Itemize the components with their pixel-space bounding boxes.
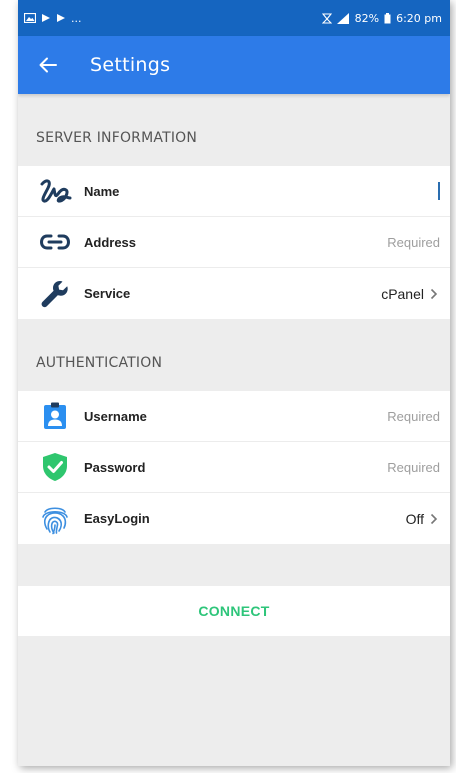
play-notification-icon <box>42 14 50 22</box>
authentication-list: Username Required Password Required Easy… <box>18 391 450 544</box>
wrench-icon <box>38 277 72 311</box>
name-field[interactable] <box>438 182 440 200</box>
service-label: Service <box>84 286 131 301</box>
back-arrow-icon <box>39 57 57 73</box>
password-value: Required <box>387 459 440 475</box>
status-ellipsis: ... <box>71 11 82 25</box>
username-label: Username <box>84 408 147 424</box>
phone-screen: ... 82% 6:20 pm Settings SERVER INFORMAT… <box>18 0 450 766</box>
password-row[interactable]: Password Required <box>18 442 450 493</box>
signal-icon <box>336 12 349 24</box>
easylogin-value: Off <box>405 510 424 527</box>
section-header-server: SERVER INFORMATION <box>36 130 198 146</box>
shield-check-icon <box>38 450 72 484</box>
battery-icon <box>384 12 391 23</box>
easylogin-selector[interactable]: Off <box>406 511 440 527</box>
battery-percent: 82% <box>354 11 380 25</box>
service-value: cPanel <box>381 285 424 302</box>
play-notification-icon <box>57 14 65 22</box>
back-button[interactable] <box>36 53 60 77</box>
address-row[interactable]: Address Required <box>18 217 450 268</box>
user-badge-icon <box>38 399 72 433</box>
section-header-auth: AUTHENTICATION <box>36 355 163 371</box>
signature-icon <box>38 174 72 208</box>
address-label: Address <box>84 234 137 250</box>
service-row[interactable]: Service cPanel <box>18 268 450 319</box>
alarm-icon <box>321 12 332 24</box>
password-label: Password <box>84 459 146 475</box>
status-notifications: ... <box>24 12 82 25</box>
username-value: Required <box>387 408 440 424</box>
chevron-right-icon <box>430 512 440 526</box>
easylogin-label: EasyLogin <box>84 511 150 526</box>
status-time: 6:20 pm <box>396 11 442 25</box>
service-selector[interactable]: cPanel <box>381 286 440 302</box>
connect-label: CONNECT <box>198 603 270 619</box>
fingerprint-icon <box>38 502 72 536</box>
app-bar: Settings <box>18 36 450 94</box>
name-row[interactable]: Name <box>18 166 450 217</box>
server-info-list: Name Address Required Service cPanel <box>18 166 450 319</box>
link-icon <box>38 225 72 259</box>
image-notification-icon <box>24 13 36 23</box>
status-system: 82% 6:20 pm <box>321 11 442 25</box>
text-cursor <box>438 182 440 200</box>
easylogin-row[interactable]: EasyLogin Off <box>18 493 450 544</box>
status-bar: ... 82% 6:20 pm <box>18 0 450 36</box>
connect-button[interactable]: CONNECT <box>18 586 450 636</box>
username-row[interactable]: Username Required <box>18 391 450 442</box>
name-label: Name <box>84 183 120 199</box>
chevron-right-icon <box>430 287 440 301</box>
address-value: Required <box>387 234 440 250</box>
page-title: Settings <box>90 54 171 76</box>
